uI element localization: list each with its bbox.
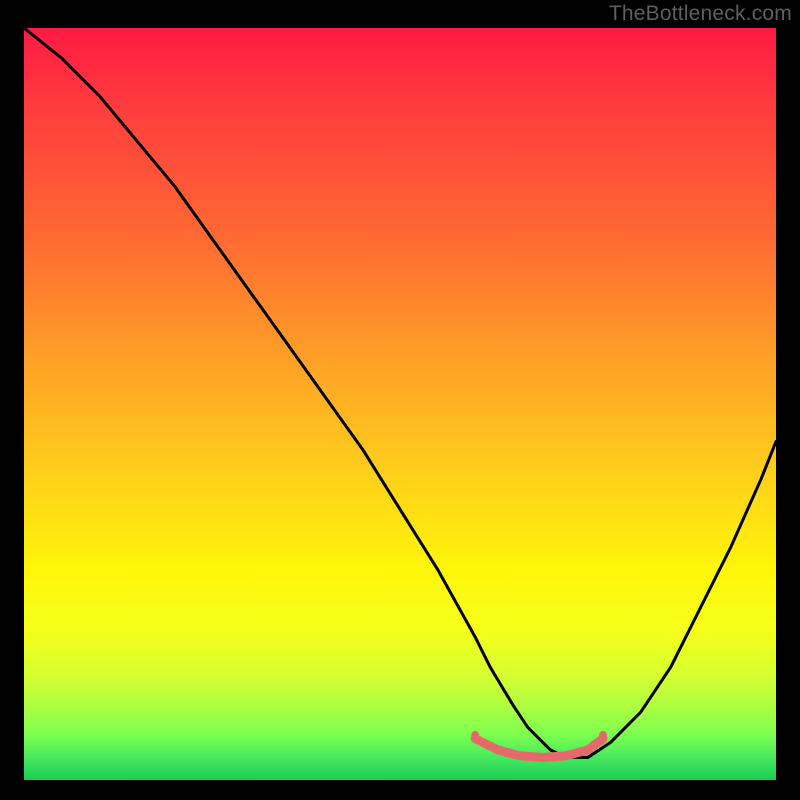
watermark-text: TheBottleneck.com: [609, 2, 792, 26]
valley-end-marker: [599, 731, 607, 739]
plot-area: [24, 28, 776, 780]
bottleneck-curve: [24, 28, 776, 757]
valley-start-marker: [471, 731, 479, 739]
curve-layer: [24, 28, 776, 780]
chart-frame: TheBottleneck.com: [0, 0, 800, 800]
valley-floor-band: [475, 739, 603, 758]
